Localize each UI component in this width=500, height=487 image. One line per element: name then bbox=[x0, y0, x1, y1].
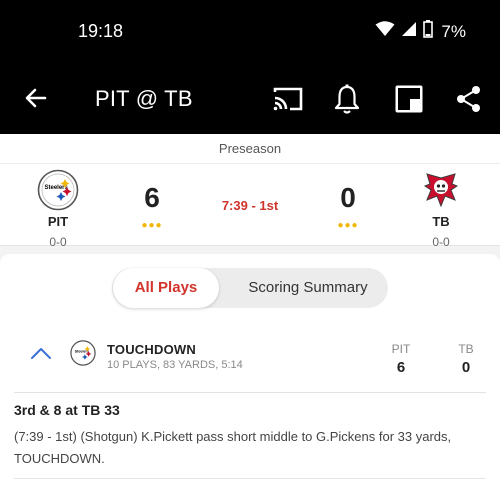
steelers-logo-icon: Steelers bbox=[36, 168, 80, 212]
content-area: All Plays Scoring Summary Steelers TOUCH… bbox=[0, 246, 500, 487]
chevron-up-icon bbox=[30, 346, 52, 365]
divider bbox=[14, 392, 486, 393]
steelers-logo-icon: Steelers bbox=[70, 340, 96, 366]
scoring-play-home-score: 6 bbox=[396, 359, 406, 376]
play-description: (7:39 - 1st) (Shotgun) K.Pickett pass sh… bbox=[14, 429, 452, 466]
plays-card: All Plays Scoring Summary Steelers TOUCH… bbox=[0, 254, 500, 487]
status-icons: 7% bbox=[375, 20, 466, 43]
scoring-play-away-score: 0 bbox=[461, 359, 471, 376]
scoring-play-away-abbr: TB bbox=[458, 342, 474, 356]
app-bar: PIT @ TB bbox=[0, 66, 500, 134]
home-team[interactable]: Steelers PIT 0-0 bbox=[18, 168, 98, 249]
picture-in-picture-icon bbox=[394, 84, 424, 119]
tab-all-plays[interactable]: All Plays bbox=[113, 268, 219, 308]
home-timeouts-dots: ●●● bbox=[141, 220, 163, 231]
home-score: 6 bbox=[144, 182, 160, 213]
cast-icon bbox=[272, 86, 304, 117]
scoring-play-detail: 10 PLAYS, 83 YARDS, 5:14 bbox=[107, 359, 243, 371]
signal-icon bbox=[401, 21, 417, 42]
away-score: 0 bbox=[340, 182, 356, 213]
scoring-play-home-abbr: PIT bbox=[391, 342, 411, 356]
collapse-button[interactable] bbox=[28, 342, 54, 368]
back-button[interactable] bbox=[20, 84, 52, 116]
scoring-play-home-col: PIT 6 bbox=[381, 342, 421, 376]
away-team-abbr: TB bbox=[432, 214, 450, 229]
battery-percent: 7% bbox=[441, 21, 466, 41]
page-title: PIT @ TB bbox=[95, 86, 193, 111]
down-and-distance: 3rd & 8 at TB 33 bbox=[14, 402, 120, 418]
scoreboard: Preseason Steelers PIT 0-0 6 ●●● 7:39 - … bbox=[0, 134, 500, 249]
season-type-label: Preseason bbox=[0, 134, 500, 164]
scoring-play-header[interactable]: Steelers TOUCHDOWN 10 PLAYS, 83 YARDS, 5… bbox=[0, 334, 500, 390]
picture-in-picture-button[interactable] bbox=[390, 82, 428, 120]
notifications-button[interactable] bbox=[328, 82, 366, 120]
status-time: 19:18 bbox=[78, 21, 124, 41]
away-timeouts-dots: ●●● bbox=[337, 220, 359, 231]
scoring-play-away-col: TB 0 bbox=[446, 342, 486, 376]
share-button[interactable] bbox=[450, 82, 488, 120]
share-icon bbox=[456, 85, 482, 118]
buccaneers-logo-icon bbox=[419, 168, 463, 212]
scoring-play-title: TOUCHDOWN bbox=[107, 342, 196, 357]
battery-icon bbox=[423, 20, 434, 43]
away-team[interactable]: TB 0-0 bbox=[401, 168, 481, 249]
tab-scoring-summary[interactable]: Scoring Summary bbox=[228, 268, 388, 308]
back-arrow-icon bbox=[24, 86, 48, 115]
game-clock: 7:39 - 1st bbox=[221, 198, 279, 213]
cast-button[interactable] bbox=[269, 82, 307, 120]
home-team-abbr: PIT bbox=[47, 214, 69, 229]
bell-icon bbox=[334, 84, 360, 119]
status-bar: 19:18 7% bbox=[0, 0, 500, 66]
wifi-icon bbox=[375, 21, 395, 42]
divider bbox=[14, 478, 486, 479]
play-filter-tabs: All Plays Scoring Summary bbox=[112, 268, 388, 308]
